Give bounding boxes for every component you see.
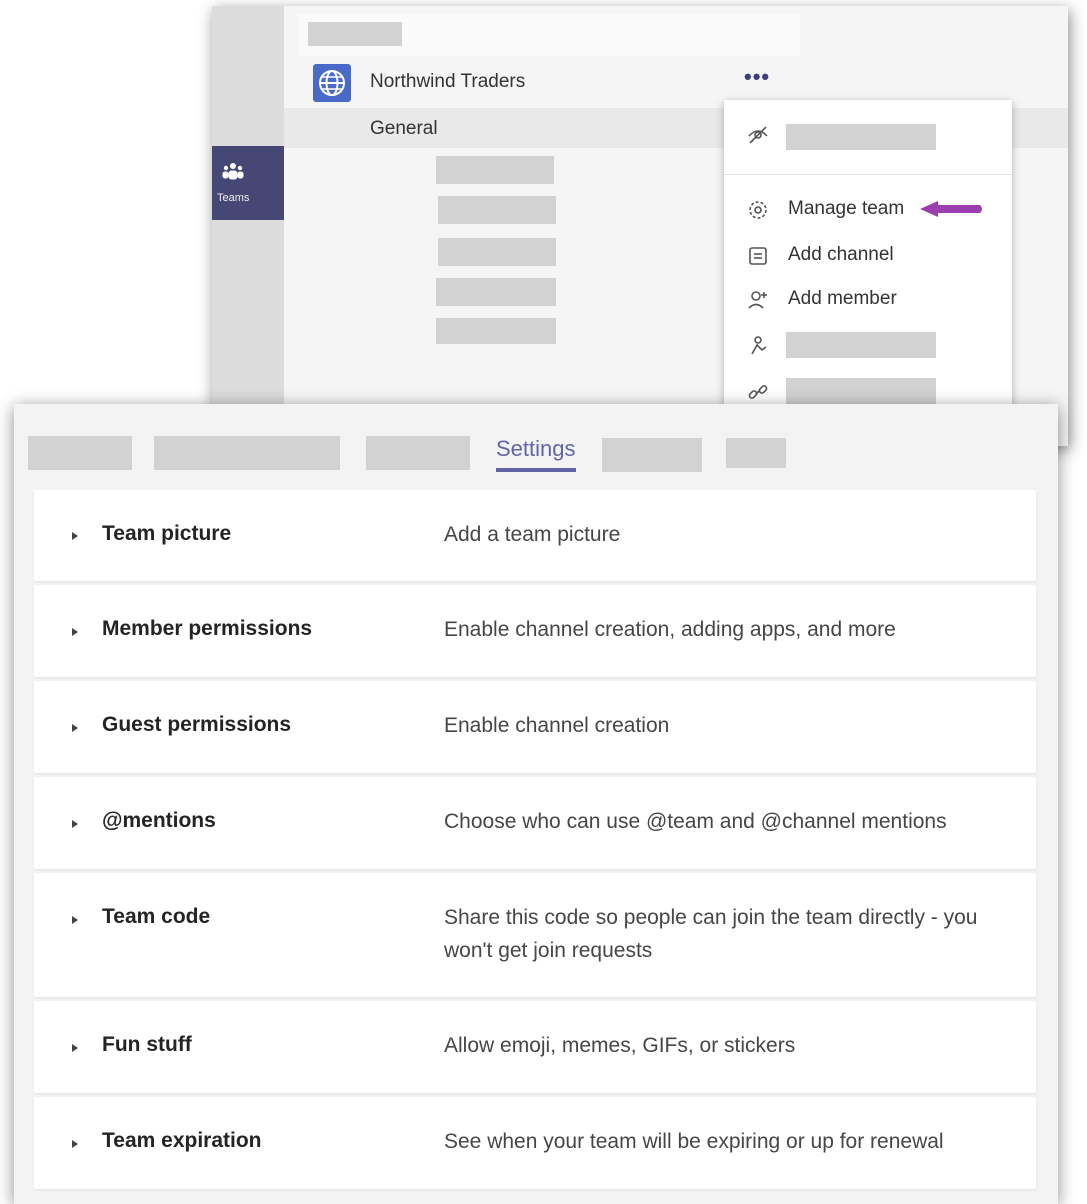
add-member-icon — [748, 291, 767, 309]
team-name: Northwind Traders — [370, 71, 526, 92]
setting-title: Team expiration — [102, 1129, 262, 1152]
redacted-placeholder — [436, 318, 556, 344]
expand-caret-icon[interactable] — [72, 820, 78, 828]
menu-item-add-member[interactable]: Add member — [788, 288, 897, 310]
settings-row-team-code[interactable]: Team code Share this code so people can … — [34, 873, 1036, 997]
settings-row-member-permissions[interactable]: Member permissions Enable channel creati… — [34, 585, 1036, 677]
setting-title: Team code — [102, 905, 211, 928]
arrow-pointer-icon — [920, 201, 982, 217]
leave-team-icon[interactable] — [746, 334, 770, 358]
expand-caret-icon[interactable] — [72, 916, 78, 924]
settings-row-team-picture[interactable]: Team picture Add a team picture — [34, 490, 1036, 581]
menu-item-add-channel[interactable]: Add channel — [788, 244, 894, 266]
teams-icon — [222, 163, 244, 180]
expand-caret-icon[interactable] — [72, 724, 78, 732]
settings-row-team-expiration[interactable]: Team expiration See when your team will … — [34, 1097, 1036, 1189]
redacted-placeholder — [436, 156, 554, 184]
redacted-tab[interactable] — [602, 438, 702, 472]
setting-title: Guest permissions — [102, 713, 292, 736]
setting-description: Choose who can use @team and @channel me… — [444, 810, 947, 833]
rail-item-teams[interactable]: Teams — [212, 146, 284, 220]
expand-caret-icon[interactable] — [72, 1140, 78, 1148]
setting-description: Allow emoji, memes, GIFs, or stickers — [444, 1034, 796, 1057]
redacted-placeholder[interactable] — [786, 124, 936, 150]
setting-description: Add a team picture — [444, 523, 621, 546]
setting-title: Team picture — [102, 522, 232, 545]
expand-caret-icon[interactable] — [72, 1044, 78, 1052]
settings-row-mentions[interactable]: @mentions Choose who can use @team and @… — [34, 777, 1036, 869]
setting-description: See when your team will be expiring or u… — [444, 1130, 944, 1153]
setting-title: @mentions — [102, 809, 216, 832]
settings-row-guest-permissions[interactable]: Guest permissions Enable channel creatio… — [34, 681, 1036, 773]
team-avatar — [313, 64, 351, 102]
redacted-tab[interactable] — [726, 438, 786, 468]
settings-row-fun-stuff[interactable]: Fun stuff Allow emoji, memes, GIFs, or s… — [34, 1001, 1036, 1093]
gear-icon — [749, 201, 767, 219]
tab-bar: Settings — [14, 404, 1058, 478]
active-tab-indicator — [496, 468, 576, 472]
settings-list: Team picture Add a team picture Member p… — [34, 490, 1036, 1193]
tab-settings[interactable]: Settings — [496, 436, 576, 462]
manage-team-window: Settings Team picture Add a team picture… — [14, 404, 1058, 1204]
setting-description: Enable channel creation, adding apps, an… — [444, 618, 896, 641]
channel-label: General — [370, 118, 438, 139]
channel-icon — [749, 247, 767, 265]
menu-divider — [724, 174, 1012, 175]
redacted-placeholder — [308, 22, 402, 46]
setting-title: Member permissions — [102, 617, 313, 640]
setting-description: Share this code so people can join the t… — [444, 906, 978, 962]
redacted-tab[interactable] — [154, 436, 340, 470]
redacted-tab[interactable] — [28, 436, 132, 470]
menu-item-manage-team[interactable]: Manage team — [788, 198, 904, 220]
redacted-tab[interactable] — [366, 436, 470, 470]
redacted-placeholder[interactable] — [786, 378, 936, 404]
rail-item-label: Teams — [217, 192, 250, 204]
app-rail: Teams — [212, 6, 284, 446]
redacted-placeholder — [438, 196, 556, 224]
expand-caret-icon[interactable] — [72, 532, 78, 540]
hide-icon[interactable] — [746, 122, 770, 146]
team-row[interactable]: Northwind Traders ••• — [284, 58, 1068, 106]
redacted-placeholder — [438, 238, 556, 266]
globe-icon — [319, 70, 345, 96]
setting-description: Enable channel creation — [444, 714, 670, 737]
link-icon[interactable] — [746, 380, 770, 404]
setting-title: Fun stuff — [102, 1033, 192, 1056]
expand-caret-icon[interactable] — [72, 628, 78, 636]
redacted-placeholder — [436, 278, 556, 306]
redacted-placeholder[interactable] — [786, 332, 936, 358]
team-context-menu: Manage team Add channel Add member — [724, 100, 1012, 430]
more-options-button[interactable]: ••• — [744, 66, 770, 88]
